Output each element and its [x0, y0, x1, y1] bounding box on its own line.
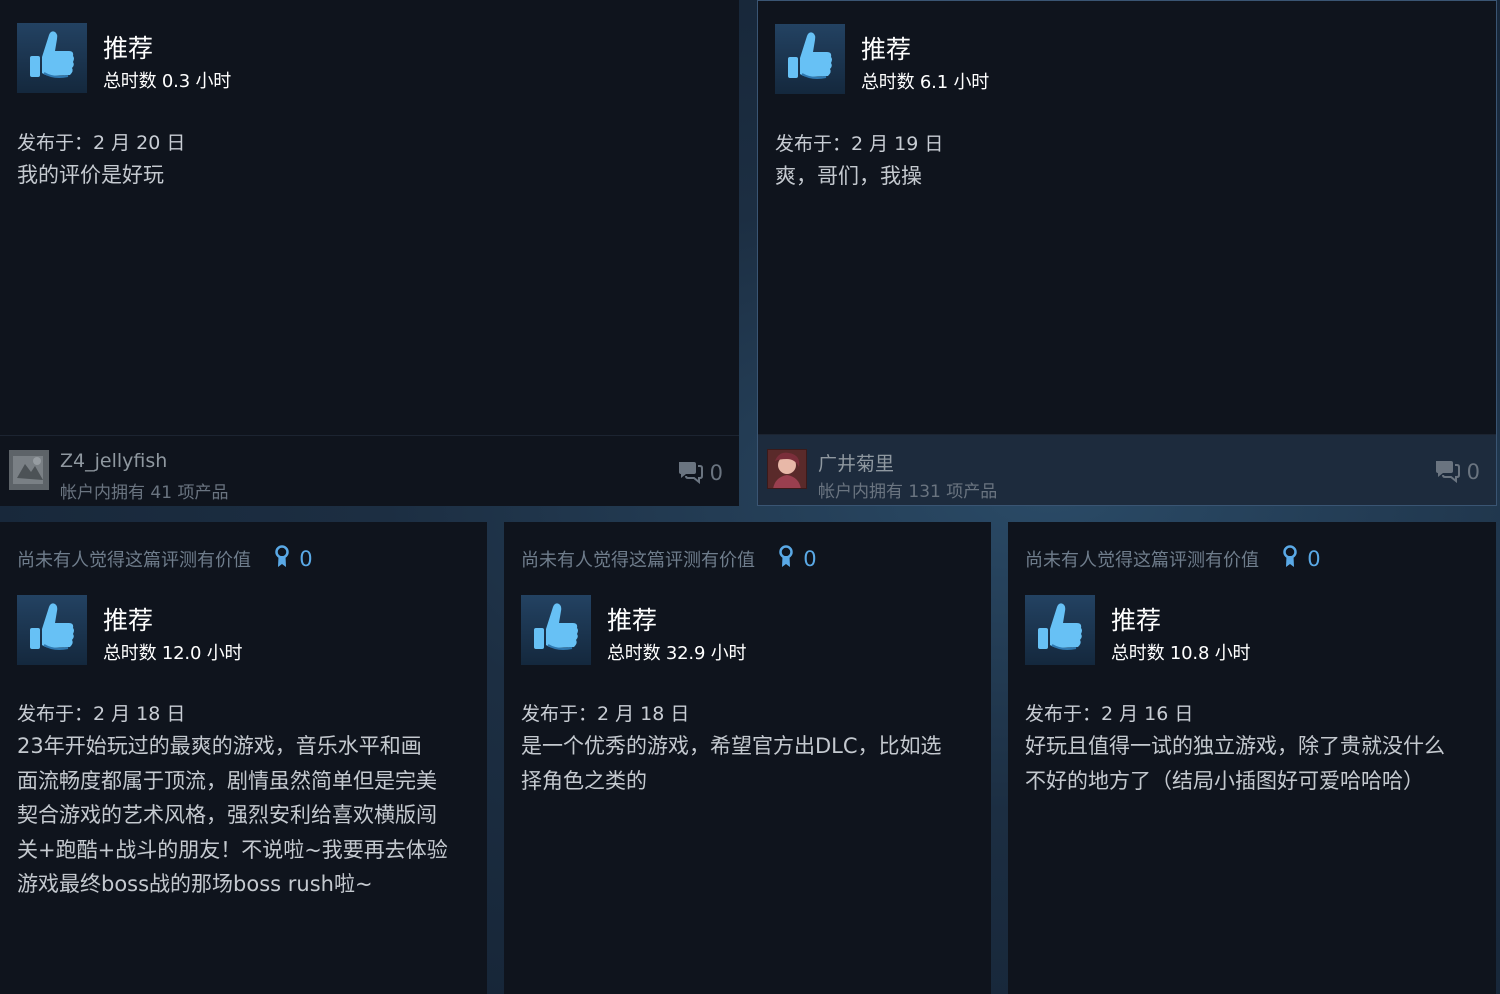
review-card[interactable]: 尚未有人觉得这篇评测有价值 0 推荐 总时数 32.9 小时 发布于：2 月 1… [504, 522, 991, 994]
review-content: 23年开始玩过的最爽的游戏，音乐水平和画 面流畅度都属于顶流，剧情虽然简单但是完… [17, 729, 448, 902]
comment-count: 0 [1466, 460, 1480, 484]
content-line: 游戏最终boss战的那场boss rush啦~ [17, 872, 373, 896]
thumbs-up-icon [17, 23, 87, 93]
review-content: 我的评价是好玩 [17, 163, 164, 187]
recommendation-label: 推荐 [103, 34, 154, 63]
author-products[interactable]: 帐户内拥有 131 项产品 [818, 477, 997, 502]
content-line: 面流畅度都属于顶流，剧情虽然简单但是完美 [17, 768, 437, 793]
helpful-bar: 尚未有人觉得这篇评测有价值 0 [521, 545, 817, 571]
avatar[interactable] [9, 450, 49, 490]
posted-date: 发布于：2 月 16 日 [1025, 703, 1194, 725]
avatar[interactable] [767, 449, 807, 489]
helpful-bar: 尚未有人觉得这篇评测有价值 0 [1025, 545, 1321, 571]
helpful-bar: 尚未有人觉得这篇评测有价值 0 [17, 545, 313, 571]
award-icon[interactable] [1282, 545, 1298, 573]
content-line: 23年开始玩过的最爽的游戏，音乐水平和画 [17, 734, 422, 758]
thumbs-up-icon [775, 24, 845, 94]
award-icon[interactable] [778, 545, 794, 573]
author-products[interactable]: 帐户内拥有 41 项产品 [60, 478, 228, 503]
playtime-hours: 总时数 32.9 小时 [607, 643, 747, 664]
recommendation-label: 推荐 [607, 606, 658, 635]
award-icon[interactable] [274, 545, 290, 573]
posted-date: 发布于：2 月 18 日 [521, 703, 690, 725]
content-line: 择角色之类的 [521, 768, 647, 793]
thumbs-up-icon [1025, 595, 1095, 665]
review-card[interactable]: 尚未有人觉得这篇评测有价值 0 推荐 总时数 10.8 小时 发布于：2 月 1… [1008, 522, 1496, 994]
comment-bubble-icon[interactable] [677, 460, 703, 488]
author-footer: Z4_jellyfish 帐户内拥有 41 项产品 0 [0, 435, 739, 506]
review-content: 是一个优秀的游戏，希望官方出DLC，比如选 择角色之类的 [521, 729, 942, 798]
helpful-text: 尚未有人觉得这篇评测有价值 [17, 550, 251, 571]
comment-count: 0 [709, 461, 723, 485]
posted-date: 发布于：2 月 20 日 [17, 132, 186, 154]
review-card[interactable]: 推荐 总时数 6.1 小时 发布于：2 月 19 日 爽，哥们，我操 广井菊里 … [757, 0, 1497, 506]
posted-date: 发布于：2 月 19 日 [775, 133, 944, 155]
award-count: 0 [803, 547, 817, 571]
content-line: 不好的地方了（结局小插图好可爱哈哈哈） [1025, 768, 1424, 793]
helpful-text: 尚未有人觉得这篇评测有价值 [1025, 550, 1259, 571]
review-card[interactable]: 推荐 总时数 0.3 小时 发布于：2 月 20 日 我的评价是好玩 Z4_je… [0, 0, 739, 506]
recommendation-label: 推荐 [861, 35, 912, 64]
author-footer: 广井菊里 帐户内拥有 131 项产品 0 [758, 434, 1496, 505]
award-count: 0 [1307, 547, 1321, 571]
content-line: 好玩且值得一试的独立游戏，除了贵就没什么 [1025, 734, 1445, 758]
recommendation-label: 推荐 [103, 606, 154, 635]
recommendation-label: 推荐 [1111, 606, 1162, 635]
playtime-hours: 总时数 12.0 小时 [103, 643, 243, 664]
content-line: 是一个优秀的游戏，希望官方出DLC，比如选 [521, 734, 942, 758]
comment-bubble-icon[interactable] [1434, 459, 1460, 487]
review-content: 好玩且值得一试的独立游戏，除了贵就没什么 不好的地方了（结局小插图好可爱哈哈哈） [1025, 729, 1445, 798]
review-card[interactable]: 尚未有人觉得这篇评测有价值 0 推荐 总时数 12.0 小时 发布于：2 月 1… [0, 522, 487, 994]
playtime-hours: 总时数 6.1 小时 [861, 72, 990, 93]
playtime-hours: 总时数 10.8 小时 [1111, 643, 1251, 664]
posted-date: 发布于：2 月 18 日 [17, 703, 186, 725]
review-content: 爽，哥们，我操 [775, 164, 922, 188]
content-line: 关+跑酷+战斗的朋友！不说啦~我要再去体验 [17, 837, 448, 862]
playtime-hours: 总时数 0.3 小时 [103, 71, 232, 92]
thumbs-up-icon [521, 595, 591, 665]
helpful-text: 尚未有人觉得这篇评测有价值 [521, 550, 755, 571]
thumbs-up-icon [17, 595, 87, 665]
award-count: 0 [299, 547, 313, 571]
content-line: 契合游戏的艺术风格，强烈安利给喜欢横版闯 [17, 803, 437, 827]
author-name[interactable]: 广井菊里 [818, 449, 894, 476]
author-name[interactable]: Z4_jellyfish [60, 450, 167, 472]
